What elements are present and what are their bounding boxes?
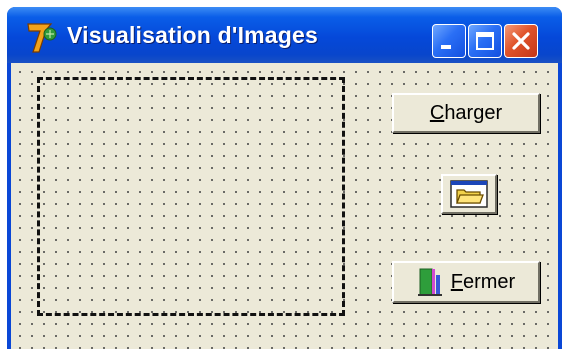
minimize-button[interactable]	[432, 24, 466, 58]
close-button[interactable]	[504, 24, 538, 58]
maximize-icon	[476, 32, 494, 50]
close-icon	[512, 32, 530, 50]
fermer-mnemonic: F	[450, 270, 463, 293]
door-exit-icon	[417, 268, 442, 296]
image-display-area[interactable]	[37, 77, 345, 316]
charger-mnemonic: C	[429, 101, 445, 124]
open-folder-icon	[450, 180, 488, 208]
app-window: Visualisation d'Images Charger F ermer	[7, 7, 562, 349]
form-client-area: Charger Fermer	[11, 63, 558, 349]
charger-label: harger	[444, 101, 503, 124]
fermer-button[interactable]: Fermer	[392, 261, 540, 303]
fermer-label: ermer	[462, 270, 516, 293]
windev-7-icon	[27, 23, 57, 53]
open-folder-button[interactable]	[441, 174, 497, 214]
window-title: Visualisation d'Images	[67, 22, 319, 48]
maximize-button[interactable]	[468, 24, 502, 58]
title-bar[interactable]: Visualisation d'Images	[7, 7, 562, 63]
minimize-icon	[441, 45, 451, 49]
charger-button[interactable]: Charger	[392, 93, 540, 133]
